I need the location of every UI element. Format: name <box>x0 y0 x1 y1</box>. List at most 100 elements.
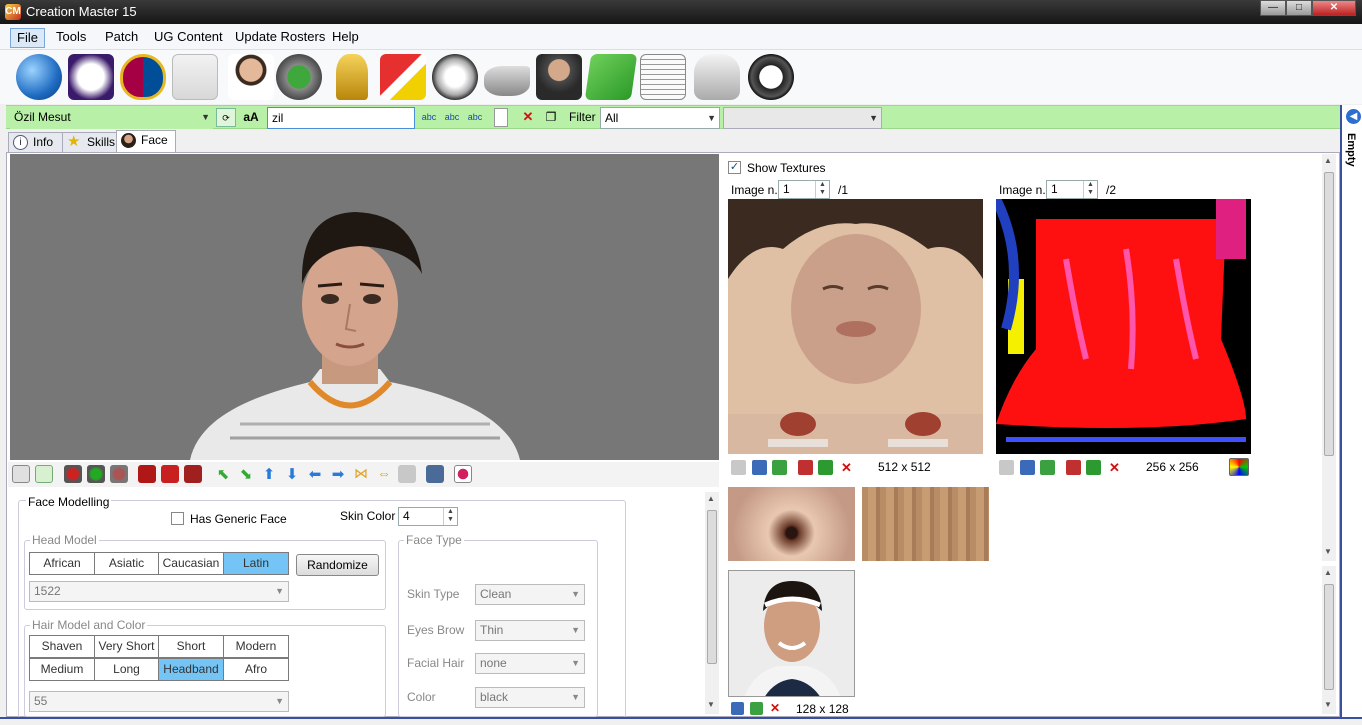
head-add-icon[interactable] <box>87 465 105 483</box>
hair-model-select[interactable]: 55 ▼ <box>29 691 289 712</box>
head-model-caucasian[interactable]: Caucasian <box>158 552 224 575</box>
scrollbar-thumb[interactable] <box>1324 584 1334 690</box>
eye-icon[interactable] <box>12 465 30 483</box>
import-dds-icon[interactable] <box>798 460 813 475</box>
kit-red-icon[interactable] <box>138 465 156 483</box>
show-textures-checkbox[interactable]: ✓ <box>728 161 741 174</box>
case-sensitive-button[interactable]: aA <box>241 108 261 127</box>
copy-icon[interactable]: ❐ <box>541 108 561 127</box>
generic-face-checkbox[interactable] <box>171 512 184 525</box>
hair-medium[interactable]: Medium <box>29 658 95 681</box>
hair-afro[interactable]: Afro <box>223 658 289 681</box>
trophy-icon[interactable] <box>336 54 368 100</box>
head-model-select[interactable]: 1522 ▼ <box>29 581 289 602</box>
hair-very-short[interactable]: Very Short <box>94 635 159 658</box>
secondary-filter-select[interactable]: ▼ <box>723 107 882 129</box>
skin-type-select[interactable]: Clean ▼ <box>475 584 585 605</box>
filter-select[interactable]: All ▼ <box>600 107 720 129</box>
import-icon[interactable] <box>731 702 744 715</box>
stadium-icon[interactable] <box>276 54 322 100</box>
boots-icon[interactable] <box>484 66 530 96</box>
referee-card-icon[interactable] <box>380 54 426 100</box>
kit-icon[interactable] <box>172 54 218 100</box>
export-dds-icon[interactable] <box>1086 460 1101 475</box>
eyes-brow-select[interactable]: Thin ▼ <box>475 620 585 641</box>
hair-short[interactable]: Short <box>158 635 224 658</box>
scroll-up-icon[interactable]: ▲ <box>707 494 715 503</box>
menu-tools[interactable]: Tools <box>50 28 92 48</box>
new-document-icon[interactable] <box>494 108 508 127</box>
expand-arrow-icon[interactable]: ◀ <box>1346 109 1361 124</box>
export-icon[interactable] <box>772 460 787 475</box>
kit-red-add-icon[interactable] <box>161 465 179 483</box>
refresh-icon[interactable] <box>35 465 53 483</box>
randomize-button[interactable]: Randomize <box>296 554 379 576</box>
remove-photo-icon[interactable]: ✕ <box>770 701 785 716</box>
hair-shaven[interactable]: Shaven <box>29 635 95 658</box>
tab-info[interactable]: i Info <box>8 132 63 152</box>
export-icon[interactable] <box>1040 460 1055 475</box>
remove-texture-icon[interactable]: ✕ <box>1107 460 1122 475</box>
player-select[interactable]: Özil Mesut ▼ <box>10 107 213 129</box>
menu-ug-content[interactable]: UG Content <box>148 28 229 48</box>
ball-icon[interactable] <box>432 54 478 100</box>
scroll-up-icon[interactable]: ▲ <box>1324 156 1332 165</box>
search-abc-next-icon[interactable]: abc <box>465 108 485 127</box>
camera-icon[interactable] <box>426 465 444 483</box>
import-dds-icon[interactable] <box>1066 460 1081 475</box>
pitch-icon[interactable] <box>584 54 638 100</box>
facial-hair-select[interactable]: none ▼ <box>475 653 585 674</box>
import-icon[interactable] <box>1020 460 1035 475</box>
newspaper-icon[interactable] <box>640 54 686 100</box>
tab-skills[interactable]: ★ Skills <box>62 132 117 152</box>
arrow-up-icon[interactable]: ⬆ <box>260 465 278 483</box>
scroll-down-icon[interactable]: ▼ <box>1324 700 1332 709</box>
head-remove-icon[interactable] <box>64 465 82 483</box>
hair-long[interactable]: Long <box>94 658 159 681</box>
head-edit-icon[interactable] <box>110 465 128 483</box>
menu-patch[interactable]: Patch <box>99 28 144 48</box>
gloves-icon[interactable] <box>694 54 740 100</box>
head-model-african[interactable]: African <box>29 552 95 575</box>
photo-scrollbar[interactable]: ▲ ▼ <box>1322 566 1336 714</box>
import-icon[interactable] <box>752 460 767 475</box>
left-image-stepper[interactable]: 1 ▲ ▼ <box>778 180 830 199</box>
delete-icon[interactable]: ✕ <box>518 108 538 127</box>
refresh-icon[interactable]: ⟳ <box>216 108 236 127</box>
scroll-up-icon[interactable]: ▲ <box>1324 568 1332 577</box>
textures-scrollbar[interactable]: ▲ ▼ <box>1322 154 1336 561</box>
hair-headband[interactable]: Headband <box>158 658 224 681</box>
tab-face[interactable]: Face <box>116 130 176 153</box>
search-abc-icon[interactable]: abc <box>419 108 439 127</box>
head-model-asiatic[interactable]: Asiatic <box>94 552 159 575</box>
manager-icon[interactable] <box>536 54 582 100</box>
shrink-icon[interactable]: ⋈ <box>352 465 370 483</box>
scrollbar-thumb[interactable] <box>707 510 717 664</box>
collapsed-right-panel[interactable]: ◀ Empty <box>1340 105 1362 725</box>
face-color-icon[interactable] <box>454 465 472 483</box>
remove-texture-icon[interactable]: ✕ <box>839 460 854 475</box>
player-icon[interactable] <box>228 54 274 100</box>
minimize-button[interactable]: — <box>1260 0 1286 16</box>
export-dds-icon[interactable] <box>818 460 833 475</box>
right-image-stepper[interactable]: 1 ▲ ▼ <box>1046 180 1098 199</box>
facial-hair-color-select[interactable]: black ▼ <box>475 687 585 708</box>
face-panel-scrollbar[interactable]: ▲ ▼ <box>705 492 719 714</box>
head-model-latin[interactable]: Latin <box>223 552 289 575</box>
export-icon[interactable] <box>750 702 763 715</box>
search-input[interactable]: zil <box>267 107 415 129</box>
arrow-right-icon[interactable]: ➡ <box>329 465 347 483</box>
arrow-up-left-icon[interactable]: ⬉ <box>214 465 232 483</box>
spinner-arrows-icon[interactable]: ▲ ▼ <box>443 508 457 525</box>
scrollbar-thumb[interactable] <box>1324 172 1334 456</box>
arrow-left-icon[interactable]: ⬅ <box>306 465 324 483</box>
scroll-down-icon[interactable]: ▼ <box>707 700 715 709</box>
arrow-down-icon[interactable]: ⬇ <box>283 465 301 483</box>
expand-icon[interactable]: ⇔ <box>375 465 393 483</box>
maximize-button[interactable]: □ <box>1286 0 1312 16</box>
menu-file[interactable]: File <box>10 28 45 48</box>
color-picker-icon[interactable] <box>1229 458 1249 476</box>
close-button[interactable]: ✕ <box>1312 0 1356 16</box>
skin-color-stepper[interactable]: 4 ▲ ▼ <box>398 507 458 526</box>
globe-icon[interactable] <box>16 54 62 100</box>
